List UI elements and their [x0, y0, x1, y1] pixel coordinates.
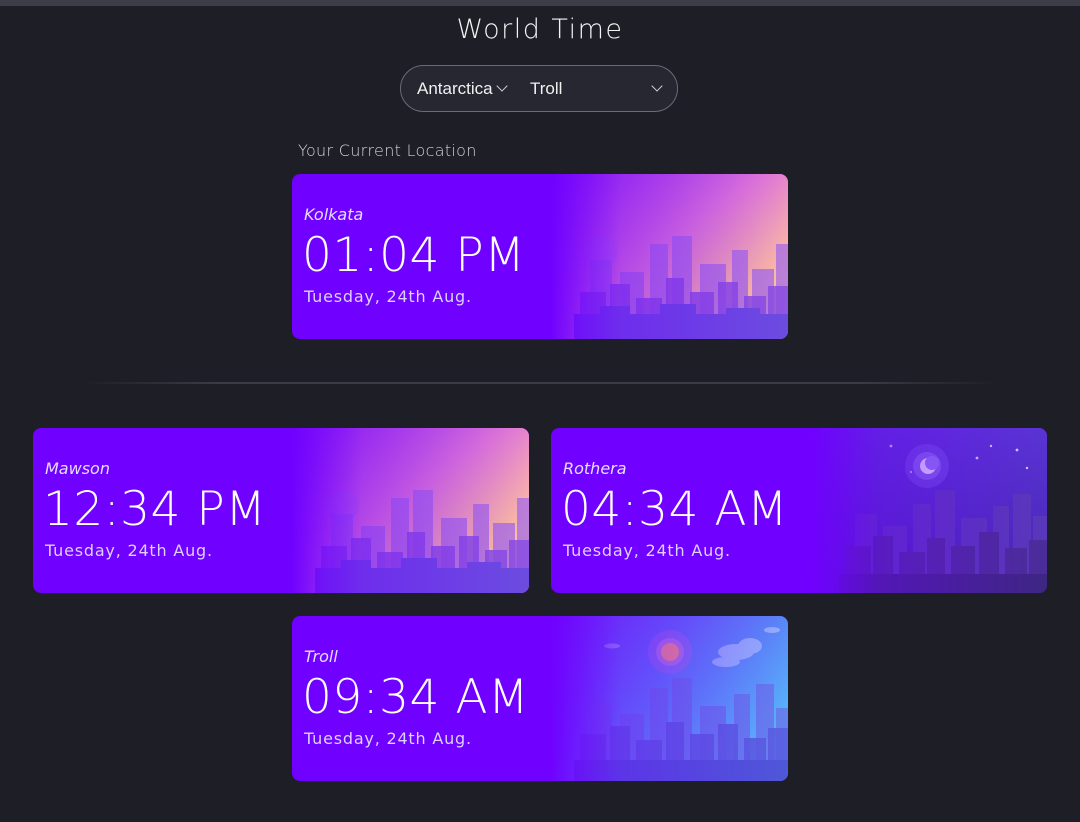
top-strip: [0, 0, 1080, 6]
clock-date: Tuesday, 24th Aug.: [563, 541, 731, 560]
location-picker: Antarctica Troll: [400, 65, 678, 112]
sunset-skyline-illustration: [291, 428, 529, 593]
city-name: Kolkata: [304, 205, 364, 224]
clock-card-rothera[interactable]: Rothera 04:34 AM Tuesday, 24th Aug.: [551, 428, 1047, 593]
clock-date: Tuesday, 24th Aug.: [304, 729, 472, 748]
chevron-down-icon: [651, 80, 663, 92]
chevron-down-icon: [495, 80, 508, 92]
city-name: Mawson: [45, 459, 110, 478]
region-select-value: Antarctica: [417, 78, 493, 98]
clock-date: Tuesday, 24th Aug.: [45, 541, 213, 560]
city-name: Troll: [304, 647, 338, 666]
section-divider: [80, 382, 1000, 384]
current-location-label: Your Current Location: [298, 141, 477, 160]
clock-card-troll[interactable]: Troll 09:34 AM Tuesday, 24th Aug.: [292, 616, 788, 781]
clock-time: 12:34 PM: [43, 482, 267, 537]
clock-time: 01:04 PM: [302, 228, 526, 283]
clock-time: 09:34 AM: [302, 670, 530, 725]
city-select-value: Troll: [530, 78, 563, 98]
current-location-card[interactable]: Kolkata 01:04 PM Tuesday, 24th Aug.: [292, 174, 788, 339]
clock-time: 04:34 AM: [561, 482, 789, 537]
city-select[interactable]: Troll: [514, 66, 677, 111]
day-skyline-illustration: [550, 616, 788, 781]
clock-date: Tuesday, 24th Aug.: [304, 287, 472, 306]
sunset-skyline-illustration: [550, 174, 788, 339]
page-title: World Time: [456, 14, 624, 45]
city-name: Rothera: [563, 459, 627, 478]
night-skyline-illustration: [809, 428, 1047, 593]
clock-card-mawson[interactable]: Mawson 12:34 PM Tuesday, 24th Aug.: [33, 428, 529, 593]
region-select[interactable]: Antarctica: [401, 66, 514, 111]
